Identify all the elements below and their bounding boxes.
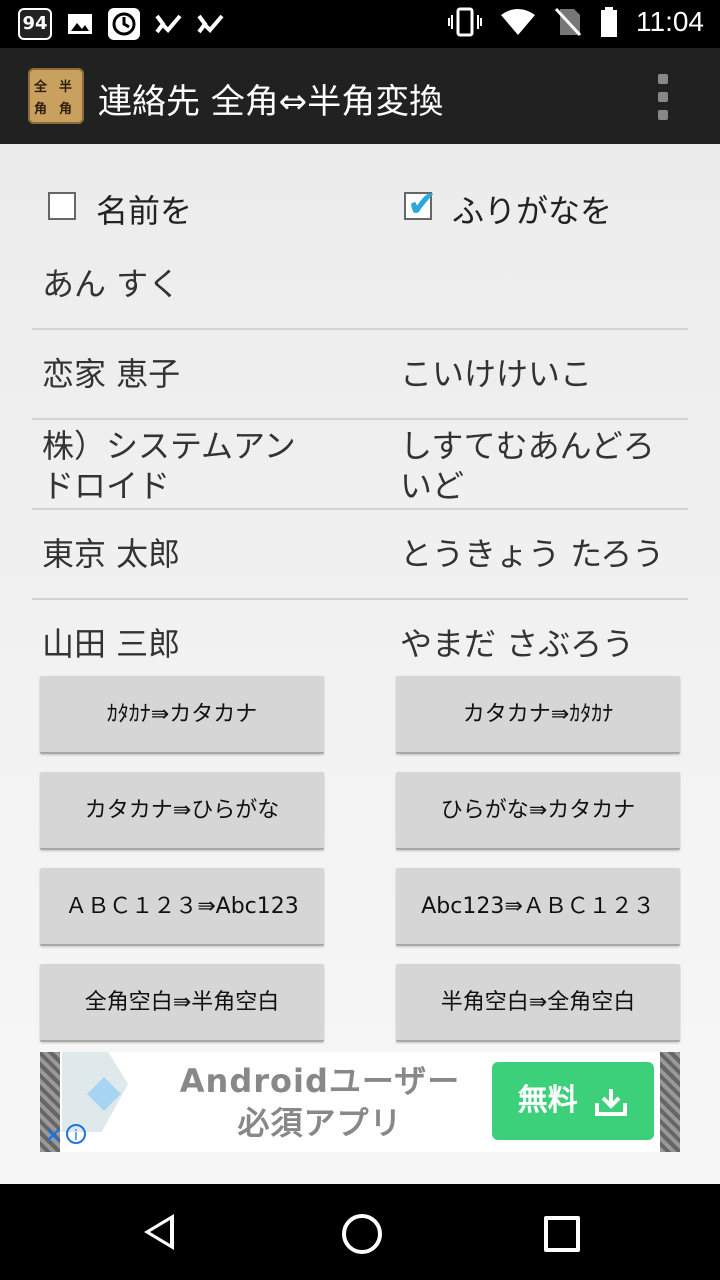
ad-close-icon[interactable]: ✕ (44, 1124, 62, 1149)
halfwidth-to-fullwidth-katakana-button[interactable]: ｶﾀｶﾅ⇛カタカナ (40, 676, 324, 754)
contact-furigana: とうきょう たろう (400, 535, 665, 573)
download-icon (595, 1088, 628, 1116)
furigana-checkbox-label[interactable]: ふりがなを (452, 186, 612, 232)
ad-text-line1: Androidユーザー (179, 1062, 461, 1100)
task-check-icon (155, 14, 182, 34)
contact-row: あん すく (32, 254, 688, 330)
contact-row: 東京 太郎 とうきょう たろう (32, 510, 688, 600)
no-sim-icon (554, 7, 582, 37)
contact-row: 株）システムアンドロイド しすてむあんどろいど (32, 420, 688, 510)
ad-info-icon[interactable]: i (66, 1124, 86, 1144)
name-checkbox-label[interactable]: 名前を (96, 186, 192, 232)
app-icon: 全 半 角 角 (28, 68, 84, 124)
action-bar: 全 半 角 角 連絡先 全角⇔半角変換 (0, 48, 720, 144)
name-checkbox[interactable] (48, 192, 76, 220)
options-row: 名前を ふりがなを (0, 184, 720, 234)
overflow-dot (658, 92, 668, 102)
contact-furigana: しすてむあんどろいど (400, 427, 655, 505)
overflow-dot (658, 74, 668, 84)
contact-name: 株）システムアンドロイド (42, 427, 296, 505)
katakana-to-hiragana-button[interactable]: カタカナ⇛ひらがな (40, 772, 324, 850)
hiragana-to-katakana-button[interactable]: ひらがな⇛カタカナ (396, 772, 680, 850)
main-content: 名前を ふりがなを あん すく 恋家 恵子 こいけけいこ 株）システムアンドロイ… (0, 144, 720, 1184)
ad-art-shape (87, 1077, 121, 1111)
status-left-icons: 94 (18, 8, 224, 40)
clock: 11:04 (636, 6, 704, 37)
recent-apps-icon[interactable] (544, 1216, 580, 1252)
app-icon-glyph: 全 (34, 80, 48, 95)
overflow-menu-icon[interactable] (656, 74, 670, 120)
battery-icon (601, 7, 617, 37)
ad-download-button[interactable]: 無料 (492, 1062, 654, 1140)
overflow-dot (658, 110, 668, 120)
status-right-icons: 11:04 (448, 6, 704, 38)
contact-row: 山田 三郎 やまだ さぶろう (32, 600, 688, 670)
fullwidth-to-halfwidth-space-button[interactable]: 全角空白⇛半角空白 (40, 964, 324, 1042)
contact-name: 恋家 恵子 (42, 355, 181, 393)
app-icon-glyph: 角 (59, 102, 73, 117)
fullwidth-to-halfwidth-alnum-button[interactable]: ＡＢＣ１２３⇛Abc123 (40, 868, 324, 946)
ad-banner[interactable]: Androidユーザー 必須アプリ 無料 ✕ i (40, 1052, 680, 1152)
fullwidth-to-halfwidth-katakana-button[interactable]: カタカナ⇛ｶﾀｶﾅ (396, 676, 680, 754)
wifi-icon (501, 9, 535, 35)
contact-row: 恋家 恵子 こいけけいこ (32, 330, 688, 420)
history-icon (108, 8, 140, 40)
home-icon[interactable] (342, 1214, 382, 1254)
ad-text: Androidユーザー 必須アプリ (160, 1060, 480, 1144)
app-icon-glyph: 半 (59, 80, 73, 95)
app-title: 連絡先 全角⇔半角変換 (98, 82, 444, 122)
contact-name: 東京 太郎 (42, 535, 181, 573)
contact-name: 山田 三郎 (42, 625, 181, 663)
vibrate-icon (448, 7, 482, 37)
image-icon (68, 14, 92, 34)
ad-artwork (62, 1052, 128, 1132)
furigana-checkbox[interactable] (404, 184, 437, 225)
task-check-icon (197, 14, 224, 34)
halfwidth-to-fullwidth-alnum-button[interactable]: Abc123⇛ＡＢＣ１２３ (396, 868, 680, 946)
halfwidth-to-fullwidth-space-button[interactable]: 半角空白⇛全角空白 (396, 964, 680, 1042)
notification-count-badge: 94 (18, 8, 52, 40)
app-icon-glyph: 角 (34, 102, 48, 117)
status-bar: 94 11:04 (0, 0, 720, 48)
navigation-bar (0, 1184, 720, 1280)
contact-name: あん すく (42, 265, 181, 303)
ad-border-right (660, 1052, 680, 1152)
contact-furigana: こいけけいこ (400, 355, 593, 393)
contact-furigana: やまだ さぶろう (400, 625, 635, 663)
back-icon[interactable] (144, 1214, 174, 1250)
ad-cta-label: 無料 (517, 1083, 578, 1118)
ad-text-line2: 必須アプリ (237, 1104, 403, 1142)
